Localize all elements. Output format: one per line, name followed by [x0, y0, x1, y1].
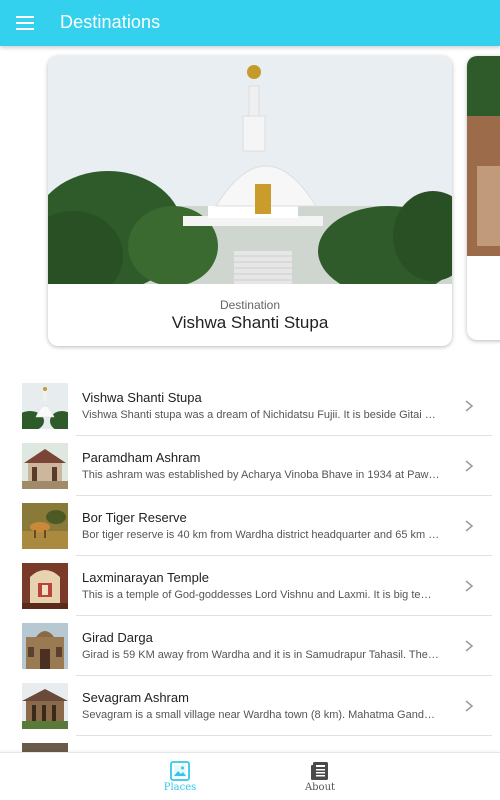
next-card-image [467, 56, 500, 256]
list-item[interactable]: Vishwa Shanti Stupa Vishwa Shanti stupa … [0, 376, 500, 436]
place-thumbnail [22, 743, 68, 752]
place-title: Vishwa Shanti Stupa [82, 390, 202, 405]
place-description: Sevagram is a small village near Wardha … [82, 709, 435, 721]
featured-image [48, 56, 452, 284]
featured-subtitle: Destination [219, 298, 281, 312]
place-title: Sevagram Ashram [82, 690, 189, 705]
chevron-right-icon [465, 460, 474, 472]
bottom-navigation: Places About [0, 752, 500, 800]
nav-label-about: About [304, 782, 336, 793]
nav-tab-about[interactable]: About [280, 753, 360, 800]
next-card-peek[interactable] [467, 56, 500, 340]
place-description: This is a temple of God-goddesses Lord V… [82, 589, 432, 601]
chevron-right-icon [465, 700, 474, 712]
list-item[interactable]: Sevagram Ashram Sevagram is a small vill… [0, 676, 500, 736]
place-thumbnail [22, 563, 68, 609]
nav-label-places: Places [163, 782, 197, 793]
chevron-right-icon [465, 400, 474, 412]
chevron-right-icon [465, 580, 474, 592]
featured-carousel[interactable]: Destination Vishwa Shanti Stupa [0, 46, 500, 366]
chevron-right-icon [465, 520, 474, 532]
place-description: Bor tiger reserve is 40 km from Wardha d… [82, 529, 440, 541]
nav-tab-places[interactable]: Places [140, 753, 220, 800]
place-thumbnail [22, 683, 68, 729]
chevron-right-icon [465, 640, 474, 652]
menu-button[interactable] [10, 8, 40, 38]
featured-card[interactable]: Destination Vishwa Shanti Stupa [48, 56, 452, 346]
app-root: Destinations Destination Vishwa Shanti S… [0, 0, 500, 800]
article-icon [311, 762, 328, 780]
list-item[interactable] [0, 736, 500, 752]
place-description: This ashram was established by Acharya V… [82, 469, 440, 481]
place-thumbnail [22, 443, 68, 489]
featured-title: Vishwa Shanti Stupa [171, 313, 329, 332]
places-list: Vishwa Shanti Stupa Vishwa Shanti stupa … [0, 376, 500, 752]
page-title: Destinations [60, 12, 161, 32]
menu-icon [16, 16, 34, 30]
place-title: Bor Tiger Reserve [82, 510, 187, 525]
place-title: Paramdham Ashram [82, 450, 201, 465]
list-item[interactable]: Laxminarayan Temple This is a temple of … [0, 556, 500, 616]
place-thumbnail [22, 503, 68, 549]
place-thumbnail [22, 623, 68, 669]
place-description: Vishwa Shanti stupa was a dream of Nichi… [82, 409, 436, 421]
list-item[interactable]: Bor Tiger Reserve Bor tiger reserve is 4… [0, 496, 500, 556]
list-item[interactable]: Paramdham Ashram This ashram was establi… [0, 436, 500, 496]
place-title: Girad Darga [82, 630, 153, 645]
place-title: Laxminarayan Temple [82, 570, 209, 585]
place-description: Girad is 59 KM away from Wardha and it i… [82, 649, 439, 661]
app-bar: Destinations [0, 0, 500, 46]
place-thumbnail [22, 383, 68, 429]
image-gallery-icon [170, 761, 190, 781]
list-item[interactable]: Girad Darga Girad is 59 KM away from War… [0, 616, 500, 676]
